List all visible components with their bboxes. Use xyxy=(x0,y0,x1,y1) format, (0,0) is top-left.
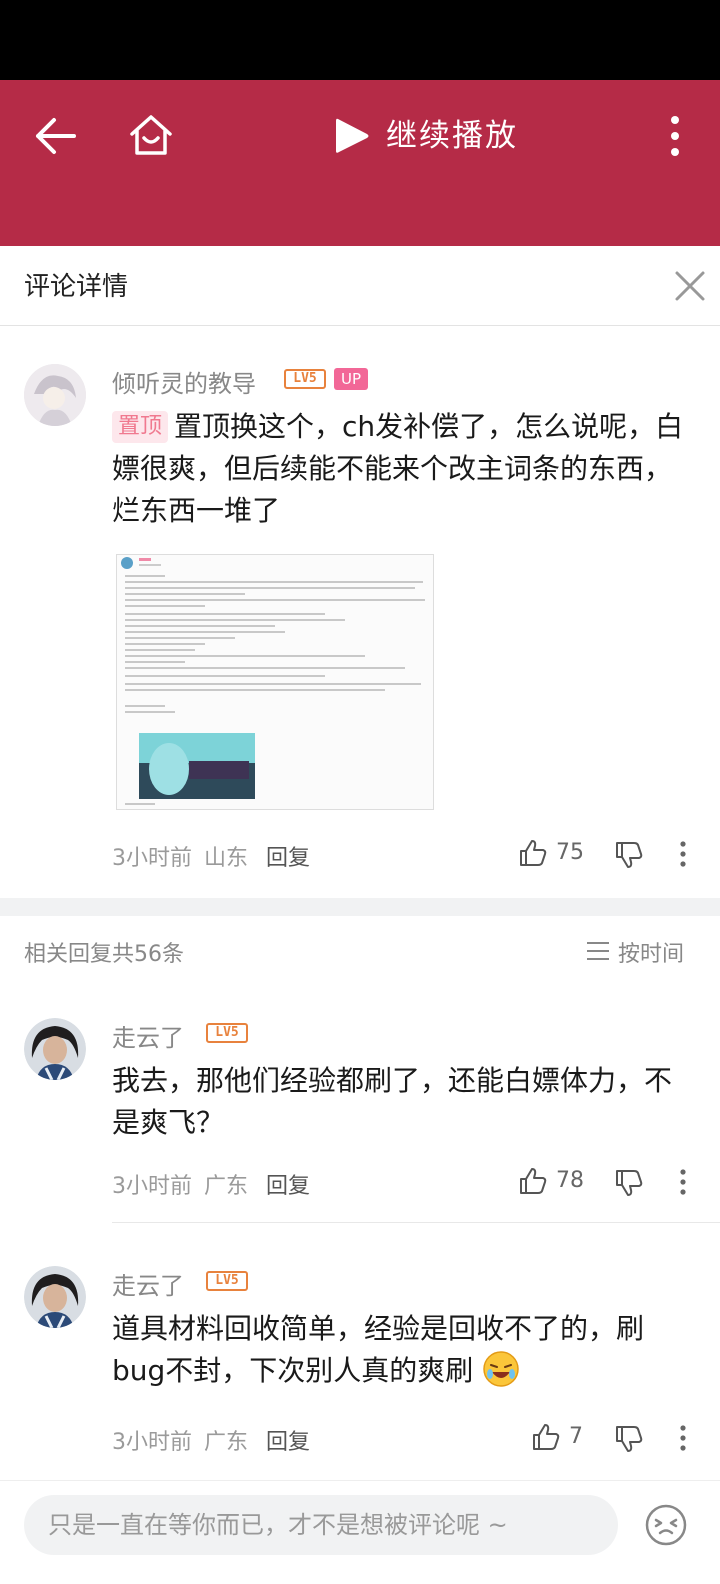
avatar[interactable] xyxy=(24,364,86,426)
like-icon[interactable] xyxy=(518,1166,548,1196)
comment-location: 山东 xyxy=(204,846,249,871)
level-badge: LV5 xyxy=(206,1023,248,1043)
sort-by-time-button[interactable]: 按时间 xyxy=(618,936,684,968)
pinned-badge: 置顶 xyxy=(112,411,169,443)
comment-username[interactable]: 倾听灵的教导 xyxy=(112,364,256,399)
page-title: 评论详情 xyxy=(24,272,129,302)
status-bar xyxy=(0,0,720,80)
comment-more-icon[interactable] xyxy=(679,1424,687,1452)
comment-input-bar: 只是一直在等你而已，才不是想被评论呢 ~ xyxy=(0,1480,720,1584)
comment-detail-header: 评论详情 xyxy=(0,246,720,326)
comment-body: 道具材料回收简单，经验是回收不了的，刷bug不封，下次别人真的爽刷 xyxy=(112,1312,645,1387)
comment-location: 广东 xyxy=(204,1174,249,1199)
emoji-icon[interactable] xyxy=(644,1503,688,1547)
top-bar: 继续播放 xyxy=(0,80,720,246)
reply-button[interactable]: 回复 xyxy=(266,840,310,872)
like-count: 75 xyxy=(556,840,584,865)
more-icon[interactable] xyxy=(668,114,682,158)
level-badge: LV5 xyxy=(284,369,326,389)
comment-more-icon[interactable] xyxy=(679,1168,687,1196)
close-icon[interactable] xyxy=(674,270,706,302)
play-icon[interactable] xyxy=(332,116,372,156)
like-icon[interactable] xyxy=(518,838,548,868)
sort-icon[interactable] xyxy=(586,940,610,962)
comment-text: 置顶 置顶换这个，ch发补偿了，怎么说呢，白嫖很爽，但后续能不能来个改主词条的东西… xyxy=(112,406,692,532)
comment-more-icon[interactable] xyxy=(679,840,687,868)
comment-text: 我去，那他们经验都刷了，还能白嫖体力，不是爽飞？ xyxy=(112,1064,673,1139)
like-icon[interactable] xyxy=(531,1422,561,1452)
dislike-icon[interactable] xyxy=(614,840,644,870)
avatar[interactable] xyxy=(24,1266,86,1328)
dislike-icon[interactable] xyxy=(614,1424,644,1454)
like-count: 78 xyxy=(556,1168,584,1193)
comment-time: 3小时前 xyxy=(112,1430,192,1455)
comment-body: 置顶换这个，ch发补偿了，怎么说呢，白嫖很爽，但后续能不能来个改主词条的东西，烂… xyxy=(112,410,684,527)
up-badge: UP xyxy=(334,368,368,390)
home-icon[interactable] xyxy=(128,112,174,158)
back-icon[interactable] xyxy=(34,116,78,156)
comment-time: 3小时前 xyxy=(112,846,192,871)
comment-time: 3小时前 xyxy=(112,1174,192,1199)
comment-username[interactable]: 走云了 xyxy=(112,1266,184,1301)
dislike-icon[interactable] xyxy=(614,1168,644,1198)
comment-input[interactable]: 只是一直在等你而已，才不是想被评论呢 ~ xyxy=(24,1495,618,1555)
level-badge: LV5 xyxy=(206,1271,248,1291)
reply-divider xyxy=(112,1222,720,1223)
comment-location: 广东 xyxy=(204,1430,249,1455)
replies-count: 相关回复共56条 xyxy=(24,942,184,967)
comment-username[interactable]: 走云了 xyxy=(112,1018,184,1053)
reply-button[interactable]: 回复 xyxy=(266,1424,310,1456)
reply-button[interactable]: 回复 xyxy=(266,1168,310,1200)
continue-play-button[interactable]: 继续播放 xyxy=(386,114,518,158)
comment-text: 道具材料回收简单，经验是回收不了的，刷bug不封，下次别人真的爽刷 xyxy=(112,1308,692,1392)
section-divider xyxy=(0,898,720,916)
avatar[interactable] xyxy=(24,1018,86,1080)
laughing-emoji-icon xyxy=(483,1351,519,1387)
like-count: 7 xyxy=(569,1424,583,1449)
comment-attachment-image[interactable] xyxy=(116,554,434,810)
